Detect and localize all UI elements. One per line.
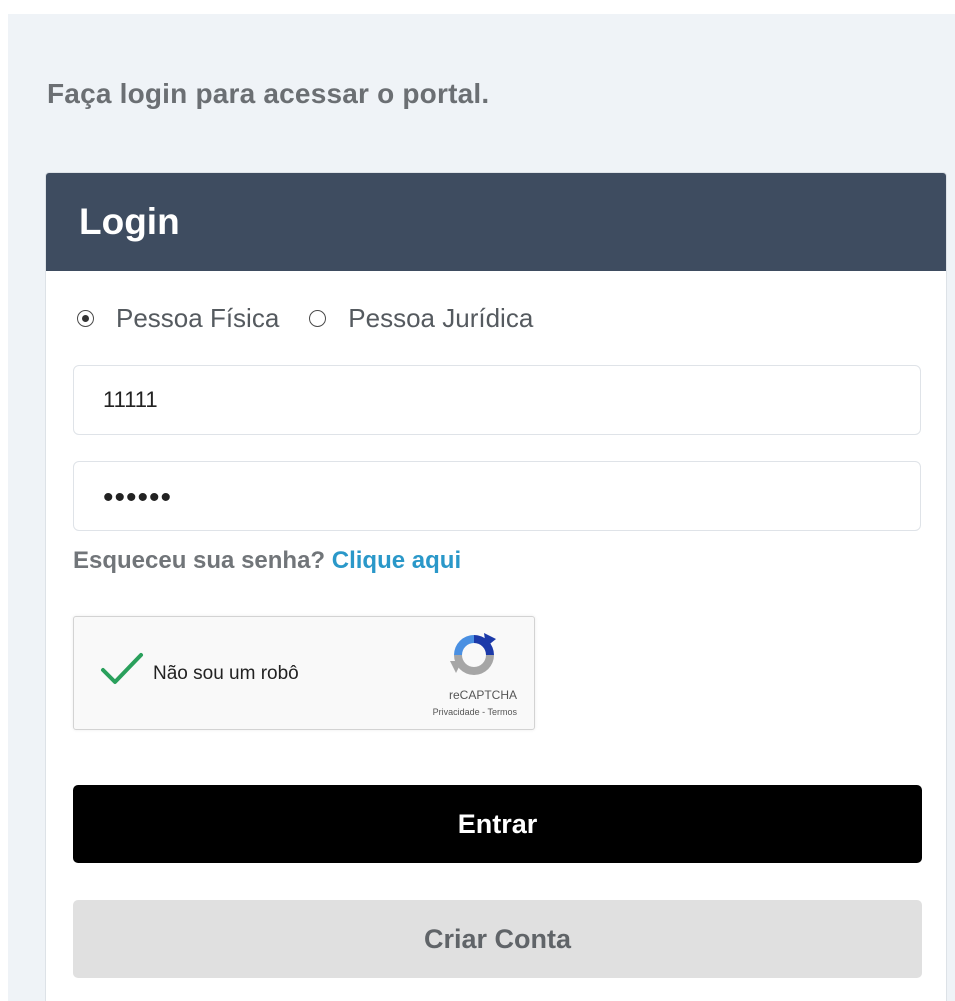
password-input[interactable]: •••••• (73, 461, 921, 531)
login-button[interactable]: Entrar (73, 785, 922, 863)
radio-label-pessoa-juridica: Pessoa Jurídica (348, 303, 534, 333)
recaptcha-label: Não sou um robô (153, 663, 299, 684)
card-title: Login (79, 201, 180, 242)
radio-pessoa-juridica[interactable]: Pessoa Jurídica (309, 303, 533, 334)
recaptcha-terms-link[interactable]: Privacidade - Termos (433, 707, 517, 717)
password-input-value: •••••• (103, 481, 173, 514)
radio-pessoa-fisica[interactable]: Pessoa Física (77, 303, 279, 334)
forgot-password-link[interactable]: Clique aqui (332, 547, 461, 574)
radio-checked-icon[interactable] (77, 310, 94, 327)
radio-unchecked-icon[interactable] (309, 310, 327, 327)
checkmark-icon[interactable] (100, 652, 144, 686)
recaptcha-logo-icon (450, 633, 496, 675)
intro-text: Faça login para acessar o portal. (47, 78, 490, 109)
recaptcha-brand: reCAPTCHA (448, 688, 517, 702)
document-input-value: 11111 (103, 387, 158, 412)
card-header: Login (46, 173, 946, 271)
document-input[interactable]: 11111 (73, 365, 921, 435)
page-background: Faça login para acessar o portal. Login … (8, 14, 955, 1001)
radio-label-pessoa-fisica: Pessoa Física (116, 303, 280, 333)
login-card: Login Pessoa Física Pessoa Jurídica 1111… (45, 172, 947, 1001)
recaptcha-widget: Não sou um robô reCAPTCHA Privacidade - … (73, 616, 535, 730)
forgot-password-text: Esqueceu sua senha? (73, 547, 326, 574)
create-account-button[interactable]: Criar Conta (73, 900, 922, 978)
forgot-password: Esqueceu sua senha? Clique aqui (73, 547, 461, 575)
person-type-group: Pessoa Física Pessoa Jurídica (77, 303, 563, 334)
